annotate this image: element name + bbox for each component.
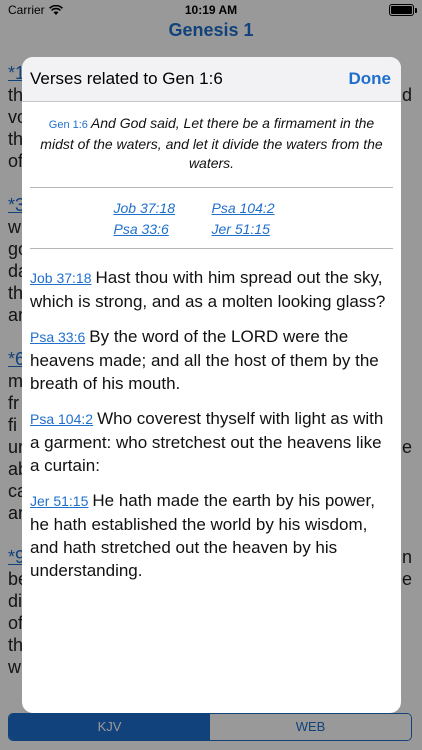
related-verse: Jer 51:15 He hath made the earth by his p… bbox=[30, 489, 393, 582]
modal-header: Verses related to Gen 1:6 Done bbox=[22, 57, 401, 102]
cross-reference-link[interactable]: Psa 104:2 bbox=[212, 199, 310, 217]
related-verse-ref[interactable]: Psa 104:2 bbox=[30, 411, 93, 427]
related-verse: Psa 104:2 Who coverest thyself with light… bbox=[30, 407, 393, 477]
related-verse-list: Job 37:18 Hast thou with him spread out t… bbox=[22, 249, 401, 582]
cross-reference-link[interactable]: Job 37:18 bbox=[114, 199, 212, 217]
source-verse: Gen 1:6 And God said, Let there be a firm… bbox=[22, 102, 401, 173]
related-verse: Psa 33:6 By the word of the LORD were the… bbox=[30, 325, 393, 395]
related-verses-modal: Verses related to Gen 1:6 Done Gen 1:6 An… bbox=[22, 57, 401, 713]
related-verse-ref[interactable]: Jer 51:15 bbox=[30, 493, 88, 509]
cross-reference-link[interactable]: Psa 33:6 bbox=[114, 220, 212, 238]
source-verse-ref[interactable]: Gen 1:6 bbox=[49, 119, 88, 131]
related-verse-ref[interactable]: Job 37:18 bbox=[30, 270, 92, 286]
cross-reference-links: Job 37:18 Psa 104:2 Psa 33:6 Jer 51:15 bbox=[22, 188, 401, 248]
source-verse-text: And God said, Let there be a firmament i… bbox=[40, 115, 383, 171]
related-verse: Job 37:18 Hast thou with him spread out t… bbox=[30, 266, 393, 313]
modal-title: Verses related to Gen 1:6 bbox=[30, 69, 223, 88]
cross-reference-link[interactable]: Jer 51:15 bbox=[212, 220, 310, 238]
done-button[interactable]: Done bbox=[349, 69, 392, 89]
related-verse-ref[interactable]: Psa 33:6 bbox=[30, 329, 85, 345]
